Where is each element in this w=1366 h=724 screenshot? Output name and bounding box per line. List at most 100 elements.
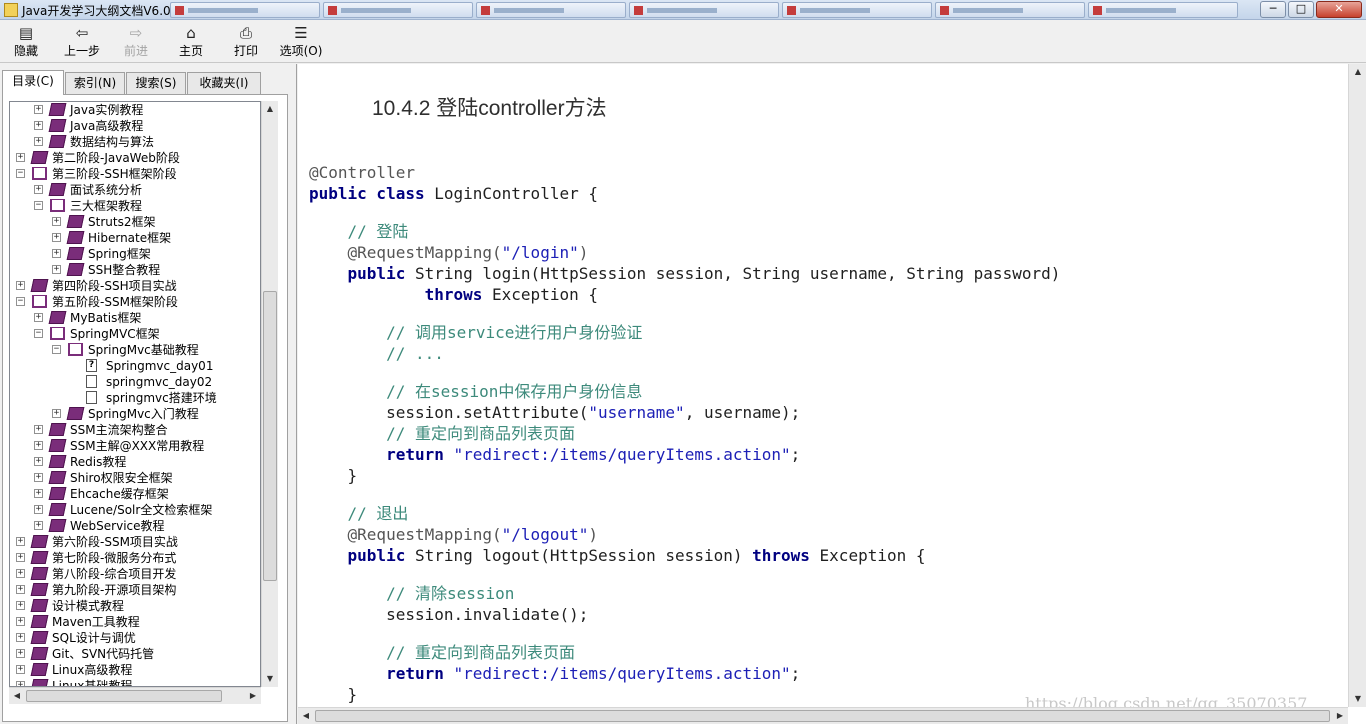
maximize-button[interactable]: □	[1288, 1, 1314, 18]
contents-tree[interactable]: + Java实例教程 + Java高级教程 + 数据结构与算法 + 第二阶段-JavaWeb阶…	[9, 101, 261, 687]
expand-icon[interactable]: +	[16, 601, 25, 610]
expand-icon[interactable]: +	[16, 553, 25, 562]
tree-vertical-scrollbar[interactable]: ▲ ▼	[261, 101, 278, 687]
taskbar-tab[interactable]	[629, 2, 779, 18]
hide-button[interactable]: ▤ 隐藏	[0, 23, 52, 61]
tree-item[interactable]: − SpringMVC框架	[10, 326, 260, 342]
expand-icon[interactable]: +	[34, 473, 43, 482]
expand-icon[interactable]: +	[52, 217, 61, 226]
scroll-left-icon[interactable]: ◀	[298, 708, 314, 724]
expand-icon[interactable]: +	[34, 489, 43, 498]
print-button[interactable]: ⎙ 打印	[220, 23, 272, 61]
expand-icon[interactable]: +	[34, 137, 43, 146]
forward-button[interactable]: ⇨ 前进	[110, 23, 162, 61]
expand-icon[interactable]: +	[34, 105, 43, 114]
scroll-down-icon[interactable]: ▼	[1350, 691, 1366, 707]
expand-icon[interactable]: +	[16, 649, 25, 658]
tab-favorites[interactable]: 收藏夹(I)	[187, 72, 261, 94]
tree-item[interactable]: + SQL设计与调优	[10, 630, 260, 646]
expand-icon[interactable]: +	[34, 441, 43, 450]
taskbar-tab[interactable]	[476, 2, 626, 18]
taskbar-tab[interactable]	[323, 2, 473, 18]
expand-icon[interactable]: +	[52, 233, 61, 242]
collapse-icon[interactable]: −	[52, 345, 61, 354]
taskbar-tab[interactable]	[170, 2, 320, 18]
hscroll-thumb[interactable]	[315, 710, 1330, 722]
tree-item[interactable]: + Spring框架	[10, 246, 260, 262]
expand-icon[interactable]: +	[16, 281, 25, 290]
tree-item[interactable]: + 第四阶段-SSH项目实战	[10, 278, 260, 294]
expand-icon[interactable]: +	[34, 425, 43, 434]
taskbar-tab[interactable]	[782, 2, 932, 18]
content-vertical-scrollbar[interactable]: ▲ ▼	[1348, 64, 1366, 707]
back-button[interactable]: ⇦ 上一步	[56, 23, 108, 61]
tree-item[interactable]: + 第七阶段-微服务分布式	[10, 550, 260, 566]
tree-item[interactable]: + Java高级教程	[10, 118, 260, 134]
scroll-right-icon[interactable]: ▶	[245, 688, 261, 704]
expand-icon[interactable]: +	[52, 265, 61, 274]
expand-icon[interactable]: +	[34, 313, 43, 322]
tree-item[interactable]: + 第九阶段-开源项目架构	[10, 582, 260, 598]
tree-item[interactable]: + 数据结构与算法	[10, 134, 260, 150]
options-button[interactable]: ☰ 选项(O)	[275, 23, 327, 61]
tree-item[interactable]: + 面试系统分析	[10, 182, 260, 198]
expand-icon[interactable]: +	[34, 185, 43, 194]
tree-item[interactable]: + Lucene/Solr全文检索框架	[10, 502, 260, 518]
tree-item[interactable]: + 设计模式教程	[10, 598, 260, 614]
tree-item[interactable]: + 第八阶段-综合项目开发	[10, 566, 260, 582]
tree-item[interactable]: + Java实例教程	[10, 102, 260, 118]
minimize-button[interactable]: ─	[1260, 1, 1286, 18]
collapse-icon[interactable]: −	[34, 201, 43, 210]
tree-item[interactable]: + SpringMvc入门教程	[10, 406, 260, 422]
tree-item[interactable]: − SpringMvc基础教程	[10, 342, 260, 358]
tree-item[interactable]: − 第五阶段-SSM框架阶段	[10, 294, 260, 310]
tree-item[interactable]: + Git、SVN代码托管	[10, 646, 260, 662]
tree-item[interactable]: + WebService教程	[10, 518, 260, 534]
tree-horizontal-scrollbar[interactable]: ◀ ▶	[9, 687, 261, 704]
collapse-icon[interactable]: −	[16, 297, 25, 306]
tab-index[interactable]: 索引(N)	[65, 72, 125, 94]
expand-icon[interactable]: +	[52, 409, 61, 418]
scroll-thumb[interactable]	[263, 291, 277, 581]
tree-item[interactable]: + 第六阶段-SSM项目实战	[10, 534, 260, 550]
expand-icon[interactable]: +	[34, 505, 43, 514]
scroll-up-icon[interactable]: ▲	[1350, 64, 1366, 80]
expand-icon[interactable]: +	[16, 569, 25, 578]
expand-icon[interactable]: +	[34, 121, 43, 130]
tree-item[interactable]: + Linux高级教程	[10, 662, 260, 678]
tree-item[interactable]: + SSH整合教程	[10, 262, 260, 278]
tree-item[interactable]: + Hibernate框架	[10, 230, 260, 246]
tab-contents[interactable]: 目录(C)	[2, 70, 64, 95]
tree-item[interactable]: ? Springmvc_day01	[10, 358, 260, 374]
scroll-right-icon[interactable]: ▶	[1332, 708, 1348, 724]
tree-item[interactable]: − 第三阶段-SSH框架阶段	[10, 166, 260, 182]
tree-item[interactable]: + SSM主流架构整合	[10, 422, 260, 438]
expand-icon[interactable]: +	[16, 633, 25, 642]
scroll-down-icon[interactable]: ▼	[262, 671, 278, 687]
expand-icon[interactable]: +	[52, 249, 61, 258]
tree-item[interactable]: + Maven工具教程	[10, 614, 260, 630]
expand-icon[interactable]: +	[16, 153, 25, 162]
expand-icon[interactable]: +	[34, 457, 43, 466]
expand-icon[interactable]: +	[16, 537, 25, 546]
close-button[interactable]: ✕	[1316, 1, 1362, 18]
collapse-icon[interactable]: −	[16, 169, 25, 178]
tree-item[interactable]: + Ehcache缓存框架	[10, 486, 260, 502]
tree-item[interactable]: springmvc_day02	[10, 374, 260, 390]
scroll-up-icon[interactable]: ▲	[262, 101, 278, 117]
tree-item[interactable]: + 第二阶段-JavaWeb阶段	[10, 150, 260, 166]
tree-item[interactable]: + MyBatis框架	[10, 310, 260, 326]
tree-item[interactable]: + Linux基础教程	[10, 678, 260, 686]
taskbar-tab[interactable]	[1088, 2, 1238, 18]
tab-search[interactable]: 搜索(S)	[126, 72, 186, 94]
pane-splitter[interactable]	[290, 64, 297, 724]
taskbar-tab[interactable]	[935, 2, 1085, 18]
expand-icon[interactable]: +	[16, 617, 25, 626]
tree-item[interactable]: + Struts2框架	[10, 214, 260, 230]
expand-icon[interactable]: +	[34, 521, 43, 530]
expand-icon[interactable]: +	[16, 665, 25, 674]
content-horizontal-scrollbar[interactable]: ◀ ▶	[298, 707, 1348, 724]
scroll-left-icon[interactable]: ◀	[9, 688, 25, 704]
expand-icon[interactable]: +	[16, 585, 25, 594]
hscroll-thumb[interactable]	[26, 690, 222, 702]
